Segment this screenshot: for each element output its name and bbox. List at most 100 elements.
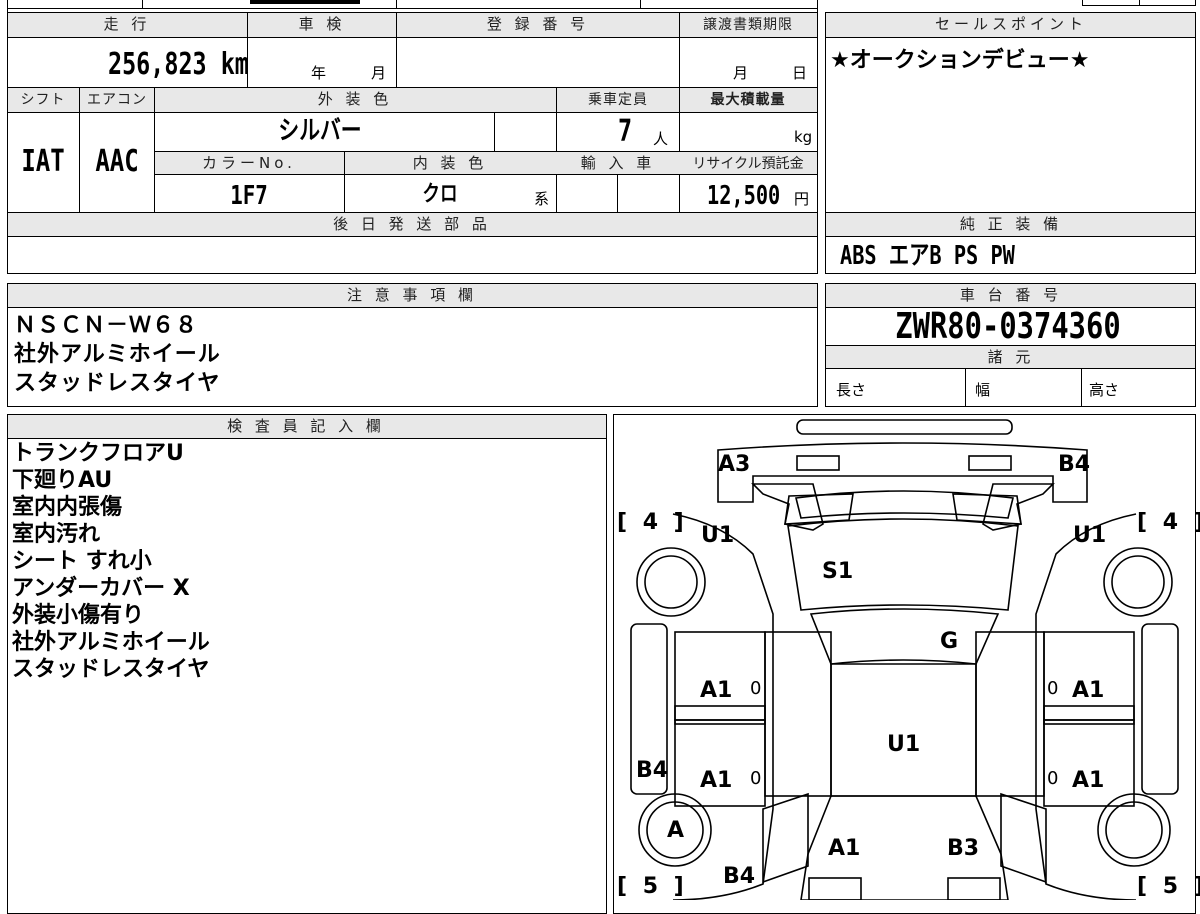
recycle-fee-value: 12,500: [707, 181, 781, 211]
note-line-3: スタッドレスタイヤ: [14, 371, 221, 396]
front-bumper-outline: [796, 419, 1013, 435]
damage-zero: 0: [750, 768, 762, 789]
specs-label: 諸 元: [987, 348, 1035, 366]
car-diagram: [630, 419, 1179, 900]
headlight-left: [796, 455, 840, 471]
wheel-front-right: [1103, 547, 1173, 617]
damage-label: A1: [1072, 678, 1105, 703]
body-side-left: [672, 513, 774, 900]
color-no-label: カラーNo.: [202, 154, 296, 172]
transfer-deadline-label: 譲渡書類期限: [703, 17, 793, 33]
shift-label: シフト: [20, 92, 66, 108]
inspector-line: トランクフロアU: [12, 441, 184, 466]
inspector-line: スタッドレスタイヤ: [12, 657, 210, 682]
transfer-day-unit: 日: [792, 64, 808, 82]
exterior-color-label: 外 装 色: [317, 90, 393, 108]
damage-label: U1: [887, 732, 921, 757]
transfer-month-unit: 月: [733, 64, 749, 82]
inspector-line: 室内汚れ: [12, 522, 101, 547]
equipment-label: 純 正 装 備: [959, 215, 1063, 233]
tail-left: [808, 877, 862, 900]
damage-label: A3: [718, 452, 751, 477]
note-line-2: 社外アルミホイール: [14, 342, 221, 367]
damage-label: B4: [723, 864, 756, 889]
damage-label: A1: [700, 768, 733, 793]
tire-fl-tread: [ 4 ]: [617, 510, 688, 535]
damage-label: U1: [701, 523, 735, 548]
equipment-value: ABS エアB PS PW: [840, 241, 1015, 271]
inspector-line: シート すれ小: [12, 549, 152, 574]
side-glass-right: [975, 631, 1045, 797]
roof-front: [809, 608, 1000, 665]
max-load-label: 最大積載量: [710, 92, 786, 108]
damage-label: A: [667, 818, 685, 843]
door-rr: [1043, 719, 1135, 807]
side-glass-left: [764, 631, 832, 797]
interior-color-suffix: 系: [534, 190, 550, 208]
damage-label: A1: [828, 836, 861, 861]
damage-zero: 0: [1047, 678, 1059, 699]
damage-label: B3: [947, 836, 980, 861]
roof-panel: [830, 663, 977, 797]
mileage-label: 走 行: [103, 15, 151, 33]
tail-right: [947, 877, 1001, 900]
damage-label: B4: [1058, 452, 1091, 477]
inspector-line: アンダーカバー X: [12, 576, 190, 601]
sales-point-label: セールスポイント: [934, 15, 1088, 33]
damage-zero: 0: [1047, 768, 1059, 789]
sill-right: [1141, 623, 1179, 795]
exterior-color-value: シルバー: [278, 116, 362, 146]
spec-height-label: 高さ: [1089, 381, 1120, 399]
recycle-fee-label: リサイクル預託金: [692, 156, 804, 172]
interior-color-label: 内 装 色: [412, 154, 488, 172]
wiper-area: [795, 490, 1014, 519]
tire-rl-tread: [ 5 ]: [617, 874, 688, 899]
tire-rr-tread: [ 5 ]: [1137, 874, 1200, 899]
color-no-value: 1F7: [230, 181, 268, 211]
tire-fr-tread: [ 4 ]: [1137, 510, 1200, 535]
month-unit: 月: [371, 64, 387, 82]
inspector-notes: トランクフロアU 下廻りAU 室内内張傷 室内汚れ シート すれ小 アンダーカバ…: [12, 440, 210, 683]
import-label: 輸 入 車: [580, 154, 656, 172]
damage-label: A1: [700, 678, 733, 703]
note-line-1: ＮＳＣＮ－Ｗ６８: [14, 313, 199, 338]
damage-label: B4: [636, 758, 669, 783]
year-unit: 年: [311, 64, 327, 82]
chassis-number: ZWR80-0374360: [895, 306, 1121, 347]
pillar-left: [674, 705, 766, 725]
damage-zero: 0: [750, 678, 762, 699]
notes-label: 注 意 事 項 欄: [346, 286, 478, 304]
damage-label: A1: [1072, 768, 1105, 793]
chassis-label: 車 台 番 号: [959, 286, 1063, 304]
registration-label: 登 録 番 号: [486, 15, 590, 33]
max-load-unit: kg: [794, 128, 813, 146]
capacity-label: 乗車定員: [588, 92, 648, 108]
later-parts-label: 後 日 発 送 部 品: [333, 215, 491, 233]
spec-length-label: 長さ: [836, 381, 867, 399]
inspector-line: 室内内張傷: [12, 495, 123, 520]
damage-label: G: [940, 629, 959, 654]
sales-point-text: ★オークションデビュー★: [830, 48, 1090, 73]
damage-label: S1: [822, 559, 854, 584]
door-rl: [674, 719, 766, 807]
aircon-value: AAC: [95, 144, 139, 179]
mileage-value: 256,823 km: [108, 47, 249, 82]
shift-value: IAT: [21, 144, 65, 179]
capacity-value: 7: [618, 114, 633, 149]
interior-color-value: クロ: [422, 182, 458, 207]
recycle-fee-unit: 円: [794, 190, 810, 208]
shaken-label: 車 検: [298, 15, 346, 33]
wheel-front-left: [636, 547, 706, 617]
inspector-line: 下廻りAU: [12, 468, 113, 493]
body-side-right: [1035, 513, 1137, 900]
inspector-line: 外装小傷有り: [12, 603, 145, 628]
inspector-label: 検 査 員 記 入 欄: [227, 417, 385, 435]
pillar-right: [1043, 705, 1135, 725]
inspector-line: 社外アルミホイール: [12, 630, 210, 655]
capacity-unit: 人: [653, 130, 669, 148]
spec-width-label: 幅: [975, 381, 991, 399]
headlight-right: [968, 455, 1012, 471]
aircon-label: エアコン: [87, 92, 147, 108]
front-panel-outline: [717, 442, 1088, 503]
damage-label: U1: [1073, 523, 1107, 548]
